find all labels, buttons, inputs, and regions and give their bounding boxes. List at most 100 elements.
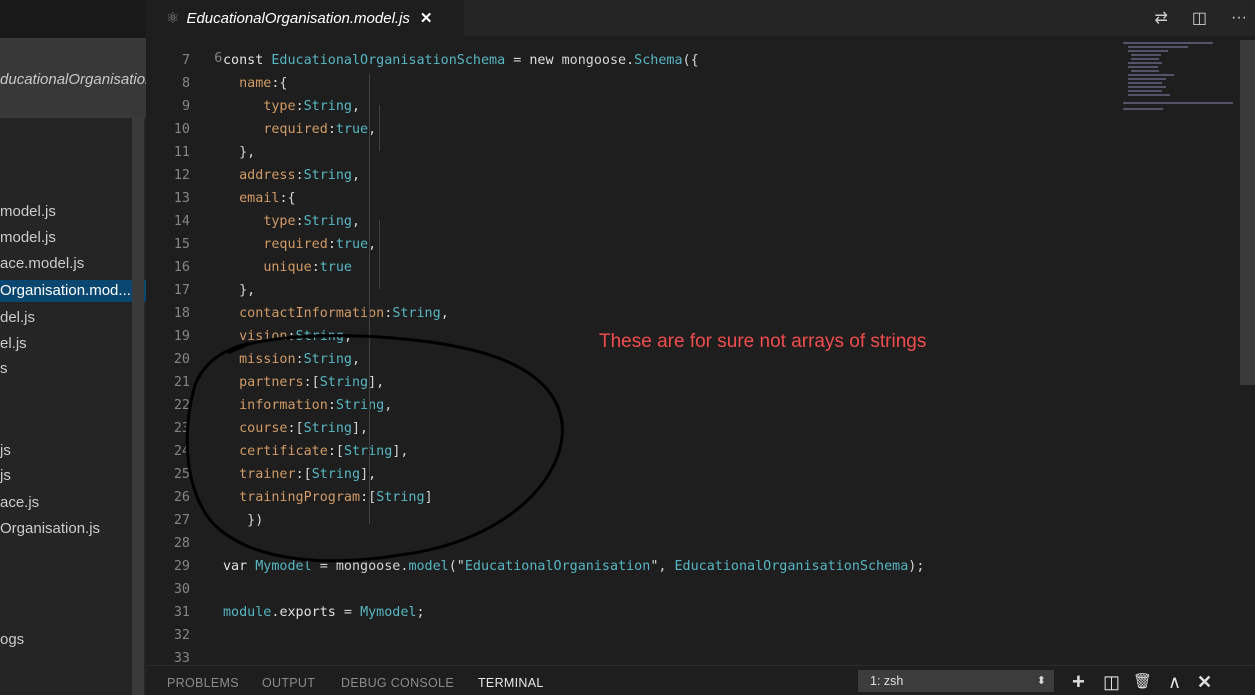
explorer-sidebar: EducationalOrganisation.... model.js mod… xyxy=(0,0,146,695)
minimap-line xyxy=(1131,70,1159,72)
minimap-line xyxy=(1128,82,1162,84)
code-token: ], xyxy=(368,375,385,390)
code-token: String xyxy=(303,421,352,436)
minimap-line xyxy=(1128,94,1170,96)
code-line: 11 }, xyxy=(146,141,1146,164)
file-item[interactable]: ace.model.js xyxy=(0,253,132,275)
code-line: 25 trainer:[String], xyxy=(146,463,1146,486)
trash-icon[interactable]: 🗑 xyxy=(1133,668,1152,695)
code-token: const xyxy=(223,53,272,68)
tab-output[interactable]: OUTPUT xyxy=(262,666,315,695)
code-line: 14 type:String, xyxy=(146,210,1146,233)
file-label: Organisation.mod... xyxy=(0,282,131,299)
code-token: String xyxy=(335,398,385,413)
sidebar-header xyxy=(0,0,146,38)
line-number: 11 xyxy=(173,145,190,160)
code-token: ", xyxy=(650,559,675,574)
code-token: ); xyxy=(908,559,925,574)
code-token: String xyxy=(376,490,425,505)
compare-changes-icon[interactable]: ⇄ xyxy=(1154,8,1167,28)
file-label: ace.js xyxy=(0,494,40,511)
code-token: course xyxy=(239,421,288,436)
code-line: 18 contactInformation:String, xyxy=(146,302,1146,325)
code-token: : xyxy=(311,260,320,275)
minimap-line xyxy=(1128,86,1166,88)
code-token: String xyxy=(303,99,352,114)
file-item[interactable]: ace.js xyxy=(0,492,132,514)
file-item[interactable]: el.js xyxy=(0,333,132,355)
file-item[interactable]: model.js xyxy=(0,201,132,223)
split-terminal-icon[interactable]: ◫ xyxy=(1103,668,1120,695)
file-item[interactable]: js xyxy=(0,465,132,487)
code-text: required:true, xyxy=(223,233,376,256)
line-number: 27 xyxy=(173,513,190,528)
code-line: 7 const EducationalOrganisationSchema = n… xyxy=(146,49,1146,72)
code-token: mongoose. xyxy=(561,53,635,68)
file-item[interactable]: js xyxy=(0,440,132,462)
tab-debug-console[interactable]: DEBUG CONSOLE xyxy=(341,666,454,695)
code-line: 21 partners:[String], xyxy=(146,371,1146,394)
annotation-text: These are for sure not arrays of strings xyxy=(599,331,927,352)
editor-scrollbar[interactable] xyxy=(1240,40,1255,385)
code-token: , xyxy=(440,306,449,321)
line-number: 32 xyxy=(173,628,190,643)
code-token: , xyxy=(352,214,361,229)
split-editor-icon[interactable]: ◫ xyxy=(1192,8,1207,28)
code-token: Schema xyxy=(634,53,683,68)
file-item[interactable]: del.js xyxy=(0,307,132,329)
code-token: , xyxy=(352,352,361,367)
code-token: :{ xyxy=(271,76,288,91)
code-token: = xyxy=(335,605,361,620)
new-terminal-icon[interactable]: + xyxy=(1072,668,1085,695)
code-line: 28 xyxy=(146,532,1146,555)
file-item-active[interactable]: Organisation.mod... xyxy=(0,280,146,302)
file-label: ogs xyxy=(0,631,25,648)
tab-problems[interactable]: PROBLEMS xyxy=(167,666,239,695)
code-token: partners xyxy=(239,375,304,390)
code-token: vision xyxy=(239,329,288,344)
code-token: String xyxy=(392,306,441,321)
file-item[interactable]: Organisation.js xyxy=(0,518,132,540)
code-token: :[ xyxy=(303,375,320,390)
minimap-line xyxy=(1123,42,1213,44)
code-token: : xyxy=(295,352,304,367)
minimap-line xyxy=(1131,58,1159,60)
code-line: 30 xyxy=(146,578,1146,601)
code-line: 12 address:String, xyxy=(146,164,1146,187)
file-label: js xyxy=(0,467,11,484)
line-number: 23 xyxy=(173,421,190,436)
file-item[interactable]: s xyxy=(0,358,132,380)
minimap[interactable] xyxy=(1123,40,1241,120)
code-line: 10 required:true, xyxy=(146,118,1146,141)
code-token: module xyxy=(223,605,272,620)
code-text: information:String, xyxy=(223,394,392,417)
terminal-select[interactable]: 1: zsh ⬍ xyxy=(858,670,1054,692)
code-token: address xyxy=(239,168,296,183)
minimap-line xyxy=(1128,66,1158,68)
code-token: String xyxy=(303,214,352,229)
open-editor-folder[interactable]: EducationalOrganisation.... xyxy=(0,38,146,118)
close-panel-icon[interactable]: ✕ xyxy=(1197,668,1212,695)
more-actions-icon[interactable]: ··· xyxy=(1231,9,1247,27)
code-text: unique:true xyxy=(223,256,352,279)
code-token: unique xyxy=(263,260,312,275)
file-item[interactable]: ogs xyxy=(0,629,132,651)
tab-terminal[interactable]: TERMINAL xyxy=(478,666,544,695)
code-text: contactInformation:String, xyxy=(223,302,449,325)
code-token: :{ xyxy=(279,191,296,206)
code-line: 26 trainingProgram:[String] xyxy=(146,486,1146,509)
code-text: trainingProgram:[String] xyxy=(223,486,433,509)
sidebar-scrollbar[interactable] xyxy=(132,118,144,695)
code-text: type:String, xyxy=(223,95,360,118)
maximize-panel-icon[interactable]: ∧ xyxy=(1168,668,1181,695)
file-item[interactable]: model.js xyxy=(0,227,132,249)
